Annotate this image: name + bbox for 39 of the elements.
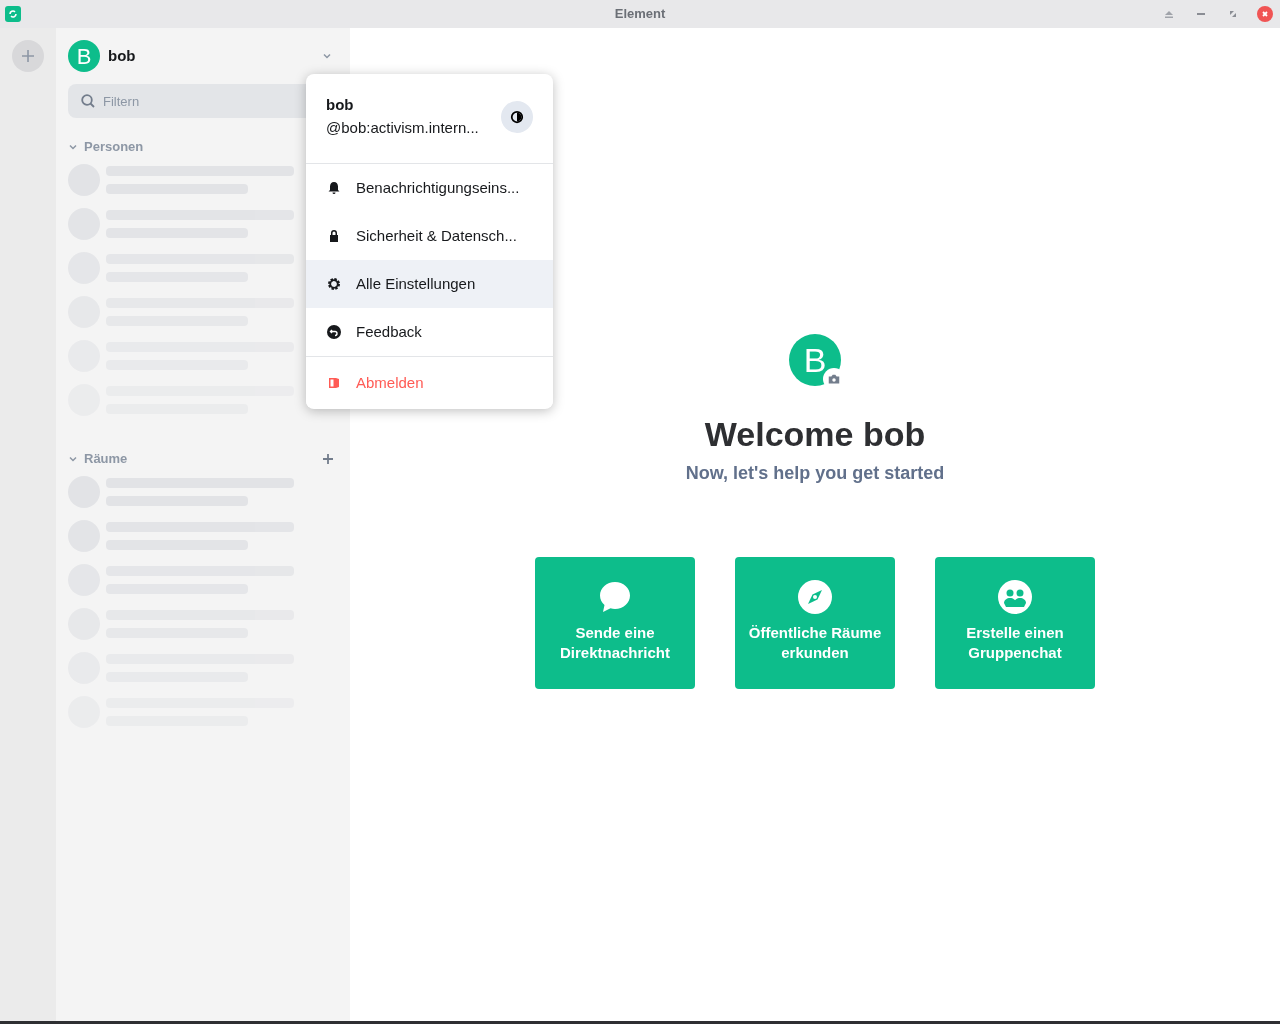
welcome-title: Welcome bob [704, 414, 926, 455]
section-toggle[interactable]: Räume [68, 449, 128, 469]
menu-item[interactable]: Alle Einstellungen [306, 260, 553, 308]
chevron-icon [68, 454, 78, 464]
action-tile[interactable]: Öffentliche Räume erkunden [735, 557, 895, 689]
plus-icon [322, 453, 334, 465]
group-icon [997, 579, 1033, 615]
theme-toggle-button[interactable] [501, 100, 533, 133]
action-tile[interactable]: Erstelle einen Gruppenchat [935, 557, 1095, 689]
chevron-icon [322, 51, 332, 61]
chevron-icon [68, 142, 78, 152]
eject-icon [1164, 9, 1174, 19]
user-name[interactable]: bob [108, 44, 136, 68]
add-space-button[interactable] [12, 40, 44, 72]
compass-icon [797, 579, 833, 615]
chat-bubble-icon [597, 579, 633, 615]
search-icon [80, 93, 96, 109]
section-toggle[interactable]: Personen [68, 137, 144, 157]
user-avatar[interactable]: B [68, 40, 100, 72]
profile-avatar[interactable]: B [789, 334, 841, 386]
close-icon [1260, 9, 1270, 19]
welcome-subtitle: Now, let's help you get started [685, 462, 945, 485]
plus-icon [20, 48, 36, 64]
menu-item[interactable]: Abmelden [306, 359, 553, 407]
gear-icon [326, 276, 342, 292]
app-logo-icon [5, 6, 21, 22]
add-room-button[interactable] [320, 451, 336, 467]
action-tile[interactable]: Sende eine Direktnachricht [535, 557, 695, 689]
menu-item[interactable]: Feedback [306, 308, 553, 356]
bell-icon [326, 180, 342, 196]
menu-item[interactable]: Sicherheit & Datensch... [306, 212, 553, 260]
sign-out-icon [326, 375, 342, 391]
maximize-icon [1228, 9, 1238, 19]
menu-item[interactable]: Benachrichtigungseins... [306, 164, 553, 212]
feedback-icon [326, 324, 342, 340]
window-title: Element [614, 5, 666, 24]
contrast-icon [510, 109, 524, 124]
close-button[interactable] [1257, 6, 1273, 22]
menu-user-id: @bob:activism.intern... [326, 117, 479, 138]
